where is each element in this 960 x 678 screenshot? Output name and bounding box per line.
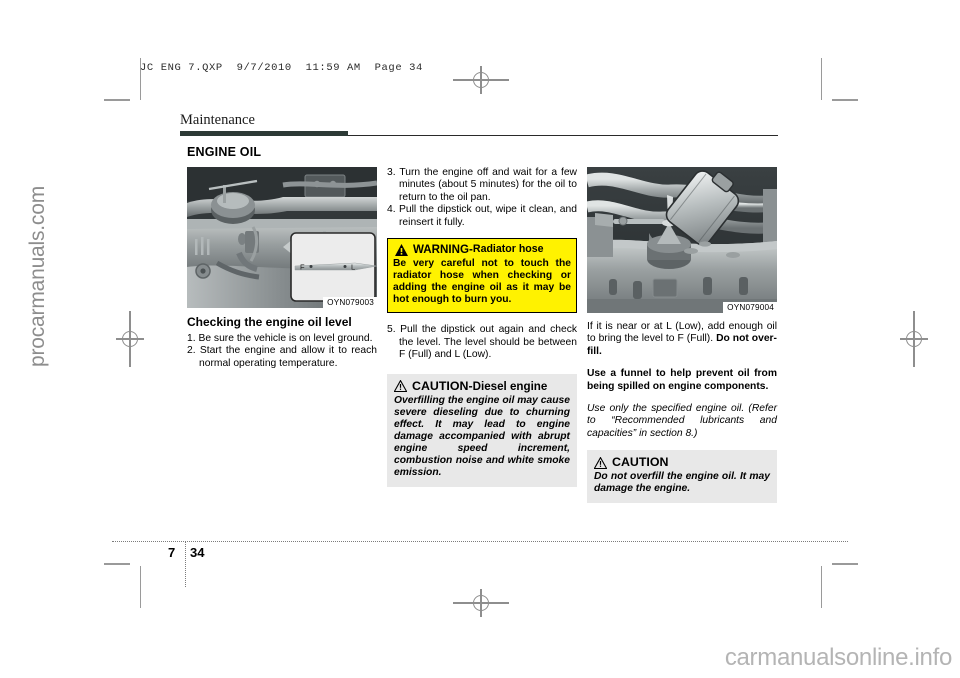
column-middle: 3. Turn the engine off and wait for a fe… <box>387 167 577 488</box>
warning-body-text: Be very careful not to touch the radiato… <box>393 258 571 306</box>
figure-caption-left: OYN079003 <box>323 297 377 308</box>
step-text: Be sure the vehicle is on level ground. <box>198 333 373 344</box>
caution-box-header: CAUTION - Diesel engine <box>394 378 570 393</box>
step-text: Start the engine and allow it to reach n… <box>199 345 377 369</box>
chapter-header-thick-bar <box>180 130 348 137</box>
page-title: ENGINE OIL <box>187 145 262 159</box>
filled-warning-triangle-icon <box>395 243 408 256</box>
caution-box-overfill: CAUTION Do not overfill the engine oil. … <box>587 450 777 504</box>
figure-engine-bay-dipstick: F L OYN079003 <box>187 167 377 308</box>
warning-box-header: WARNING - Radiator hose <box>393 243 571 256</box>
caution-body-text: Do not overfill the engine oil. It may d… <box>594 471 770 495</box>
figure-pouring-oil: OYN079004 <box>587 167 777 313</box>
warning-subject: Radiator hose <box>472 243 544 256</box>
outline-caution-triangle-icon <box>594 456 607 469</box>
step-number: 3. <box>387 167 396 178</box>
steps-list-left: 1. Be sure the vehicle is on level groun… <box>187 333 377 370</box>
step-number: 2. <box>187 345 196 357</box>
watermark-left: procarmanuals.com <box>26 185 49 367</box>
outline-caution-triangle-icon <box>394 380 407 393</box>
list-item: 4. Pull the dipstick out, wipe it clean,… <box>387 204 577 229</box>
step-text: Pull the dipstick out again and check th… <box>399 324 577 361</box>
caution-box-header: CAUTION <box>594 456 770 469</box>
figure-caption-right: OYN079004 <box>723 302 777 313</box>
column-left: F L OYN079003 Checking the engine oil le… <box>187 167 377 370</box>
step-text: Turn the engine off and wait for a few m… <box>399 167 577 203</box>
footer-horizontal-rule <box>112 541 848 542</box>
caution-body-text: Overfilling the engine oil may cause sev… <box>394 394 570 479</box>
engine-bay-illustration: F L <box>187 167 377 308</box>
paragraph-specified-oil: Use only the specified engine oil. (Refe… <box>587 403 777 439</box>
steps-list-middle-bottom: 5. Pull the dipstick out again and check… <box>387 324 577 361</box>
paragraph-add-oil: If it is near or at L (Low), add enough … <box>587 321 777 358</box>
subhead-checking-oil-level: Checking the engine oil level <box>187 315 352 329</box>
warning-label: WARNING <box>413 243 470 257</box>
footer-page-number: 34 <box>190 545 205 560</box>
caution-subject: Diesel engine <box>472 379 548 393</box>
footer-chapter-number: 7 <box>168 545 176 560</box>
manual-page: Maintenance ENGINE OIL F L OYN079003 Che… <box>0 0 960 678</box>
oil-pouring-illustration <box>587 167 777 313</box>
list-item: 2. Start the engine and allow it to reac… <box>187 345 377 370</box>
chapter-title: Maintenance <box>180 112 255 128</box>
step-number: 1. <box>187 333 196 344</box>
column-right: OYN079004 If it is near or at L (Low), a… <box>587 167 777 504</box>
step-number: 5. <box>387 324 396 336</box>
step-number: 4. <box>387 204 396 216</box>
caution-label: CAUTION <box>412 378 469 393</box>
steps-list-middle-top: 3. Turn the engine off and wait for a fe… <box>387 167 577 229</box>
footer-vertical-rule <box>185 541 186 587</box>
list-item: 5. Pull the dipstick out again and check… <box>387 324 577 361</box>
caution-label: CAUTION <box>612 455 669 470</box>
caution-box-diesel-engine: CAUTION - Diesel engine Overfilling the … <box>387 373 577 488</box>
dipstick-low-label: L <box>351 263 355 272</box>
paragraph-use-funnel: Use a funnel to help prevent oil from be… <box>587 368 777 392</box>
warning-box-radiator-hose: WARNING - Radiator hose Be very careful … <box>387 238 577 314</box>
chapter-header: Maintenance <box>180 112 778 137</box>
watermark-bottom-right: carmanualsonline.info <box>724 644 952 671</box>
list-item: 1. Be sure the vehicle is on level groun… <box>187 333 377 345</box>
dipstick-full-label: F <box>300 263 305 272</box>
list-item: 3. Turn the engine off and wait for a fe… <box>387 167 577 204</box>
chapter-header-thin-line <box>348 134 778 137</box>
chapter-header-rule <box>180 130 778 137</box>
step-text: Pull the dipstick out, wipe it clean, an… <box>399 204 577 228</box>
